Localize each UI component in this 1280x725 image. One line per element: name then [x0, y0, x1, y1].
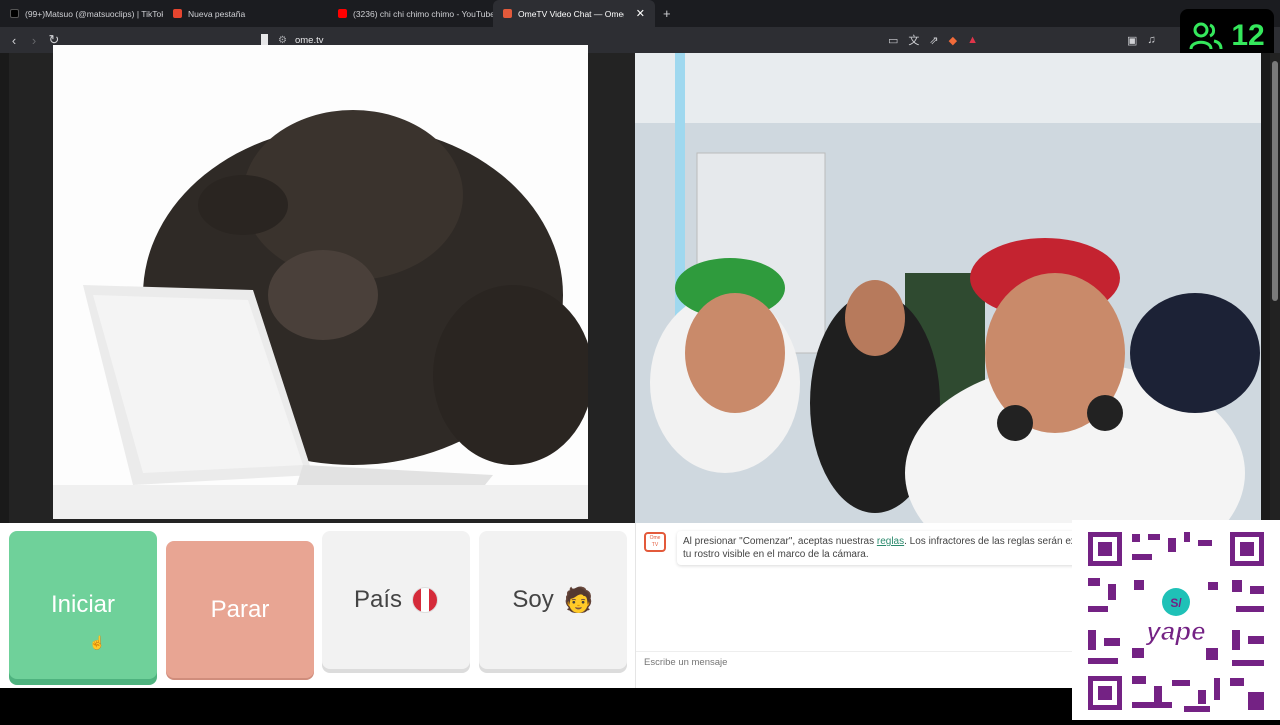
brave-icon	[173, 9, 182, 18]
start-button[interactable]: Iniciar ☝	[9, 531, 157, 679]
monkey-laptop-image	[53, 45, 588, 519]
stop-label: Parar	[210, 595, 270, 623]
page-scrollbar[interactable]	[1270, 53, 1280, 523]
share-icon[interactable]: ⇗	[929, 34, 938, 47]
address-bar-actions: ▭ 文 ⇗ ◆ ▲	[888, 31, 978, 49]
system-message: Al presionar "Comenzar", aceptas nuestra…	[677, 531, 1072, 565]
cursor-icon: ☝	[89, 635, 106, 650]
scrollbar-thumb[interactable]	[1272, 61, 1278, 301]
local-video	[9, 45, 635, 523]
site-settings-icon[interactable]: ⚙	[278, 35, 287, 46]
viewer-count: 12	[1231, 18, 1265, 52]
tab-title: (3236) chi chi chimo chimo - YouTube	[353, 8, 493, 19]
chat-panel: Ome TV Al presionar "Comenzar", aceptas …	[635, 523, 1072, 688]
person-emoji-icon: 🧑	[563, 586, 594, 614]
message-text: Al presionar "Comenzar", aceptas nuestra…	[683, 536, 875, 547]
bottom-bar	[0, 688, 1072, 720]
users-icon	[1189, 22, 1223, 49]
country-label: País	[353, 586, 403, 613]
ometv-icon	[503, 9, 512, 18]
qr-code: S/ yape	[1072, 520, 1280, 720]
start-label: Iniciar	[50, 591, 116, 618]
message-text: tu rostro visible en el marco de la cáma…	[683, 549, 869, 560]
forward-icon[interactable]: ›	[24, 33, 44, 48]
stop-button[interactable]: Parar	[166, 541, 314, 678]
message-input[interactable]	[636, 651, 1072, 673]
tab-new-tab[interactable]: Nueva pestaña	[163, 0, 328, 27]
tiktok-icon	[10, 9, 19, 18]
brave-shield-icon[interactable]: ◆	[949, 34, 957, 47]
tab-title: Nueva pestaña	[188, 8, 246, 19]
translate-icon[interactable]: 文	[908, 32, 919, 48]
bookmark-icon[interactable]	[261, 34, 268, 45]
yape-badge-text: S/	[1170, 596, 1182, 610]
close-tab-icon[interactable]: ✕	[636, 7, 645, 20]
gender-label: Soy	[512, 586, 554, 613]
remote-video	[635, 53, 1261, 523]
tab-ometv[interactable]: OmeTV Video Chat — Omegle ✕	[493, 0, 655, 27]
yape-qr-overlay: S/ yape	[1072, 520, 1280, 720]
sidebar-icon[interactable]: ▣	[1127, 34, 1137, 47]
tab-youtube[interactable]: (3236) chi chi chimo chimo - YouTube	[328, 0, 493, 27]
media-icon[interactable]: ♫	[1147, 34, 1155, 46]
screencast-icon[interactable]: ▭	[888, 34, 898, 47]
message-text: . Los infractores de las reglas serán ex	[904, 536, 1072, 547]
new-tab-button[interactable]: +	[655, 6, 679, 21]
ometv-logo-icon: Ome TV	[644, 532, 666, 552]
back-icon[interactable]: ‹	[4, 33, 24, 48]
rules-link[interactable]: reglas	[877, 536, 904, 547]
youtube-icon	[338, 9, 347, 18]
toolbar-right: ▣ ♫	[1127, 31, 1156, 49]
tab-title: (99+)Matsuo (@matsuoclips) | TikTok	[25, 8, 163, 19]
tab-bar: (99+)Matsuo (@matsuoclips) | TikTok Nuev…	[0, 0, 1280, 27]
url-text: ome.tv	[294, 34, 324, 46]
monkey-illustration	[53, 45, 588, 519]
brave-rewards-icon[interactable]: ▲	[967, 34, 978, 46]
yape-logo-text: yape	[1144, 616, 1205, 646]
remote-video-frame	[635, 53, 1261, 523]
tab-tiktok[interactable]: (99+)Matsuo (@matsuoclips) | TikTok	[0, 0, 163, 27]
tab-title: OmeTV Video Chat — Omegle	[518, 8, 624, 19]
country-button[interactable]: País	[322, 531, 470, 669]
gender-button[interactable]: Soy 🧑	[479, 531, 627, 669]
controls-panel: Iniciar ☝ Parar País Soy 🧑	[0, 523, 635, 688]
peru-flag-icon	[412, 587, 439, 613]
